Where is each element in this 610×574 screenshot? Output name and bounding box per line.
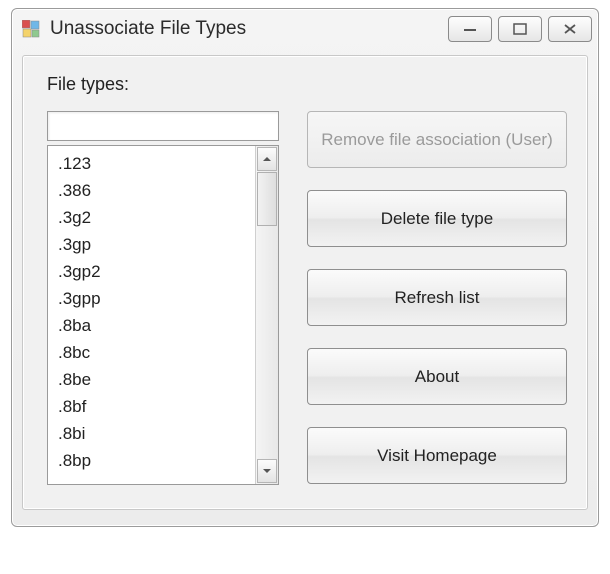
close-button[interactable] — [548, 16, 592, 42]
client-area: File types: .123.386.3g2.3gp.3gp2.3gpp.8… — [22, 55, 588, 510]
file-types-listbox[interactable]: .123.386.3g2.3gp.3gp2.3gpp.8ba.8bc.8be.8… — [47, 145, 279, 485]
list-item[interactable]: .8bi — [58, 420, 255, 447]
list-item[interactable]: .8bc — [58, 339, 255, 366]
list-item[interactable]: .386 — [58, 177, 255, 204]
about-button[interactable]: About — [307, 348, 567, 405]
refresh-list-button[interactable]: Refresh list — [307, 269, 567, 326]
delete-file-type-button[interactable]: Delete file type — [307, 190, 567, 247]
left-column: .123.386.3g2.3gp.3gp2.3gpp.8ba.8bc.8be.8… — [47, 111, 279, 485]
maximize-button[interactable] — [498, 16, 542, 42]
content-columns: .123.386.3g2.3gp.3gp2.3gpp.8ba.8bc.8be.8… — [47, 111, 567, 485]
titlebar: Unassociate File Types — [12, 9, 598, 49]
list-item[interactable]: .3g2 — [58, 204, 255, 231]
scroll-track[interactable] — [257, 172, 277, 458]
list-item[interactable]: .3gp — [58, 231, 255, 258]
scroll-down-button[interactable] — [257, 459, 277, 483]
list-item[interactable]: .123 — [58, 150, 255, 177]
app-window: Unassociate File Types File types: .123.… — [11, 8, 599, 527]
scroll-thumb[interactable] — [257, 172, 277, 226]
list-item[interactable]: .3gpp — [58, 285, 255, 312]
remove-association-button[interactable]: Remove file association (User) — [307, 111, 567, 168]
list-item[interactable]: .8bp — [58, 447, 255, 474]
app-icon — [22, 20, 40, 38]
file-types-label: File types: — [47, 74, 567, 95]
list-items: .123.386.3g2.3gp.3gp2.3gpp.8ba.8bc.8be.8… — [48, 146, 255, 484]
right-column: Remove file association (User) Delete fi… — [307, 111, 567, 484]
scrollbar[interactable] — [255, 146, 278, 484]
window-controls — [448, 16, 592, 42]
list-item[interactable]: .8bf — [58, 393, 255, 420]
list-item[interactable]: .8be — [58, 366, 255, 393]
minimize-button[interactable] — [448, 16, 492, 42]
visit-homepage-button[interactable]: Visit Homepage — [307, 427, 567, 484]
list-item[interactable]: .3gp2 — [58, 258, 255, 285]
list-item[interactable]: .8ba — [58, 312, 255, 339]
window-title: Unassociate File Types — [50, 18, 448, 40]
filter-input[interactable] — [47, 111, 279, 141]
scroll-up-button[interactable] — [257, 147, 277, 171]
